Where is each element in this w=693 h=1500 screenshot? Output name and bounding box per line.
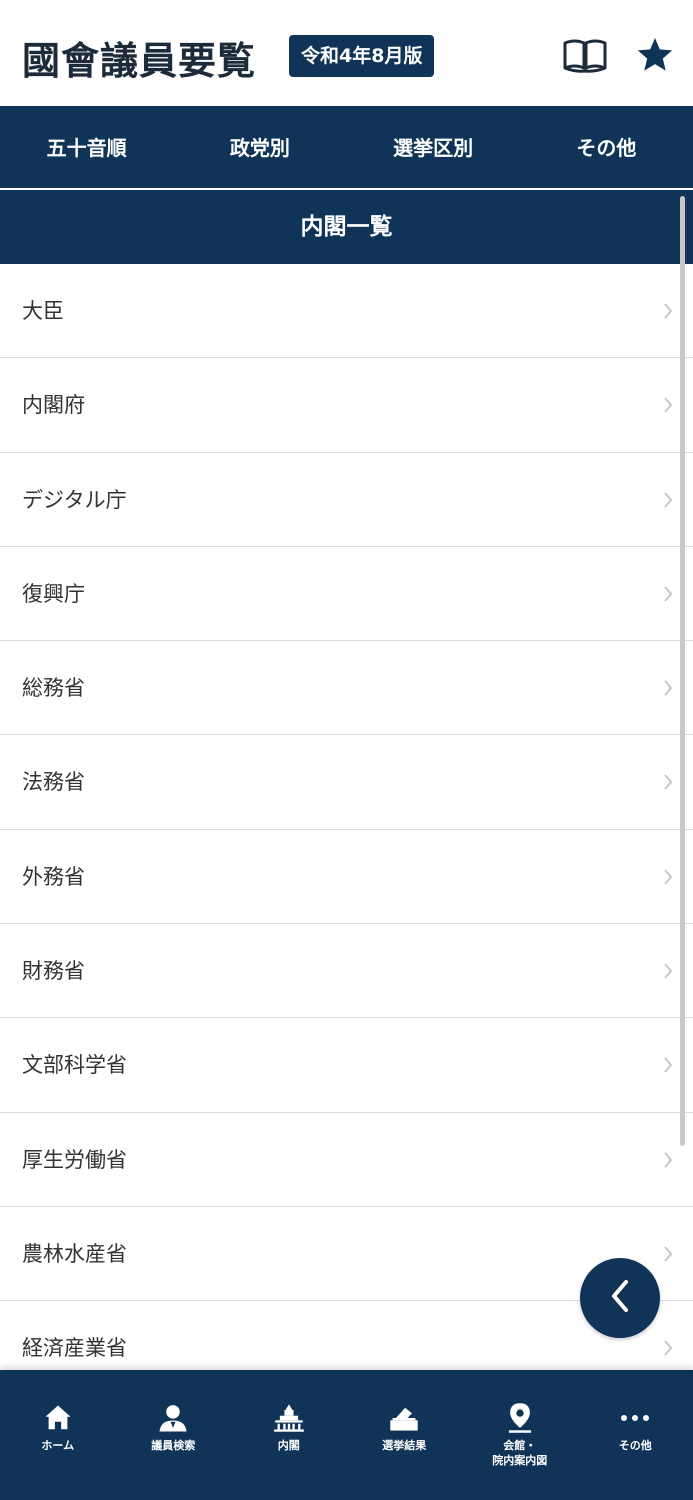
- list-item-label: 外務省: [22, 864, 85, 889]
- chevron-right-icon: [663, 1151, 673, 1173]
- tab-district[interactable]: 選挙区別: [347, 106, 520, 190]
- list-item[interactable]: 法務省: [0, 735, 693, 830]
- person-search-icon: [157, 1402, 189, 1434]
- more-icon: [619, 1402, 651, 1434]
- tab-other[interactable]: その他: [520, 106, 693, 190]
- bottom-nav-other[interactable]: その他: [578, 1370, 693, 1500]
- back-button[interactable]: [580, 1258, 660, 1338]
- scrollbar[interactable]: [680, 196, 685, 1146]
- chevron-left-icon: [607, 1278, 633, 1318]
- ballot-box-icon: [388, 1402, 420, 1434]
- home-icon: [42, 1402, 74, 1434]
- list-item[interactable]: 財務省: [0, 924, 693, 1019]
- bottom-nav-label: 選挙結果: [382, 1439, 427, 1452]
- section-title: 内閣一覧: [0, 190, 693, 264]
- chevron-right-icon: [663, 302, 673, 324]
- bottom-nav-label: 議員検索: [151, 1439, 196, 1452]
- cabinet-list: 大臣 内閣府 デジタル庁 復興庁 総務省 法務省 外務省 財務省 文部科学省 厚…: [0, 264, 693, 1370]
- chevron-right-icon: [663, 396, 673, 418]
- app-title: 國會議員要覧: [22, 39, 257, 83]
- list-item-label: 内閣府: [22, 393, 85, 418]
- bottom-nav-cabinet[interactable]: 内閣: [231, 1370, 347, 1500]
- edition-badge: 令和4年8月版: [289, 35, 435, 77]
- star-icon[interactable]: [632, 34, 678, 76]
- list-item-label: 経済産業省: [22, 1336, 127, 1361]
- bottom-nav-label: ホーム: [41, 1439, 75, 1452]
- chevron-right-icon: [663, 491, 673, 513]
- list-item-label: 文部科学省: [22, 1053, 127, 1078]
- list-item[interactable]: 大臣: [0, 264, 693, 359]
- app-header: 國會議員要覧 令和4年8月版: [0, 0, 693, 106]
- book-open-icon[interactable]: [562, 34, 608, 76]
- list-item[interactable]: デジタル庁: [0, 452, 693, 547]
- bottom-nav-label: 内閣: [277, 1439, 300, 1452]
- list-item-label: デジタル庁: [22, 487, 127, 512]
- chevron-right-icon: [663, 1339, 673, 1361]
- chevron-right-icon: [663, 962, 673, 984]
- list-item[interactable]: 外務省: [0, 829, 693, 925]
- chevron-right-icon: [663, 1245, 673, 1267]
- list-item[interactable]: 文部科学省: [0, 1018, 693, 1113]
- bottom-nav-election[interactable]: 選挙結果: [347, 1370, 463, 1500]
- tab-party[interactable]: 政党別: [173, 106, 346, 190]
- chevron-right-icon: [663, 1056, 673, 1078]
- chevron-right-icon: [663, 585, 673, 607]
- chevron-right-icon: [663, 773, 673, 795]
- list-item-label: 農林水産省: [22, 1241, 127, 1266]
- tab-gojuon[interactable]: 五十音順: [0, 106, 173, 190]
- chevron-right-icon: [663, 868, 673, 890]
- bottom-nav-label: 会館・ 院内案内図: [492, 1439, 548, 1467]
- bottom-nav-member-search[interactable]: 議員検索: [116, 1370, 232, 1500]
- list-item[interactable]: 厚生労働省: [0, 1112, 693, 1207]
- list-item-label: 復興庁: [22, 581, 85, 606]
- list-item[interactable]: 総務省: [0, 641, 693, 736]
- list-item[interactable]: 内閣府: [0, 358, 693, 453]
- bottom-nav-map[interactable]: 会館・ 院内案内図: [462, 1370, 578, 1500]
- list-item-label: 財務省: [22, 959, 85, 984]
- chevron-right-icon: [663, 679, 673, 701]
- list-item-label: 法務省: [22, 770, 85, 795]
- list-item-label: 厚生労働省: [22, 1147, 127, 1172]
- bottom-nav-label: その他: [618, 1439, 652, 1452]
- top-nav: 五十音順 政党別 選挙区別 その他: [0, 106, 693, 190]
- map-pin-icon: [504, 1402, 536, 1434]
- list-item-label: 大臣: [22, 299, 64, 323]
- bottom-nav: ホーム 議員検索 内閣 選挙結果 会館・ 院内案内図 その他: [0, 1370, 693, 1500]
- bottom-nav-home[interactable]: ホーム: [0, 1370, 116, 1500]
- list-item[interactable]: 復興庁: [0, 546, 693, 642]
- diet-building-icon: [273, 1402, 305, 1434]
- list-item-label: 総務省: [22, 676, 85, 701]
